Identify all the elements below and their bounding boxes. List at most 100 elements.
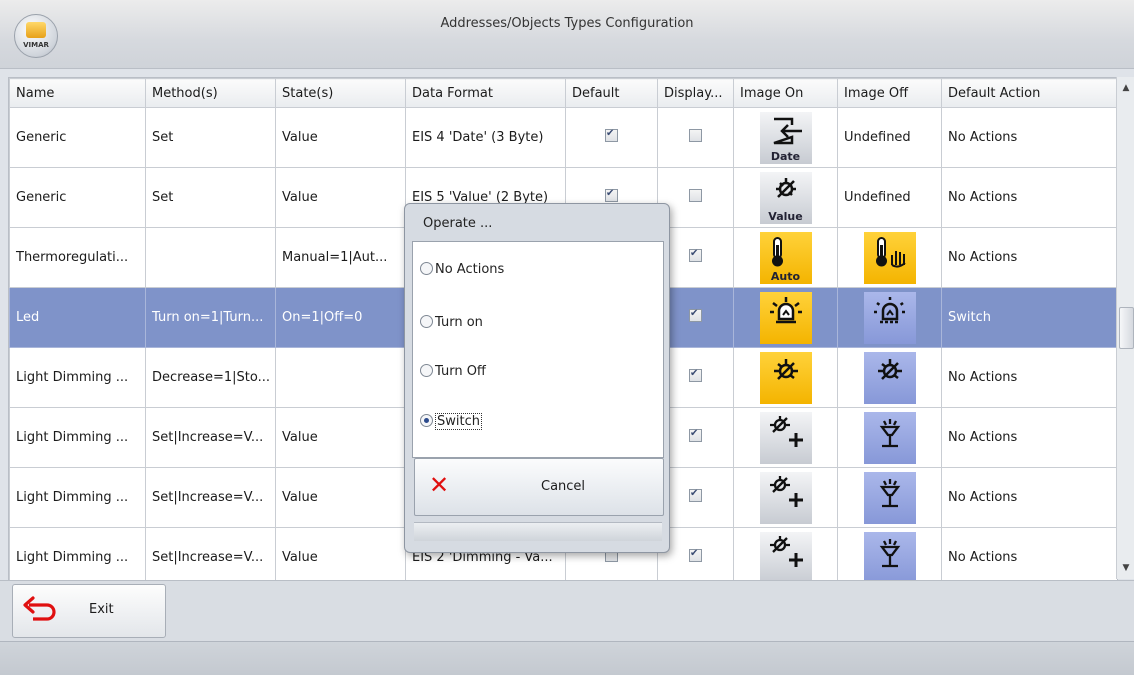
cell-image-on[interactable]	[733, 407, 838, 468]
display-checkbox[interactable]	[689, 189, 702, 202]
cell-states[interactable]: Manual=1|Aut...	[275, 227, 406, 288]
cell-default-action[interactable]: No Actions	[941, 167, 1117, 228]
option-turn-on[interactable]: Turn on	[420, 315, 483, 330]
cell-image-off[interactable]	[837, 467, 942, 528]
option-no-actions[interactable]: No Actions	[420, 262, 504, 277]
cell-image-on[interactable]	[733, 467, 838, 528]
cell-methods[interactable]: Set	[145, 167, 276, 228]
cell-default-action[interactable]: No Actions	[941, 227, 1117, 288]
cell-image-off[interactable]: Undefined	[837, 167, 942, 228]
col-default-action[interactable]: Default Action	[941, 78, 1117, 108]
scroll-thumb[interactable]	[1119, 307, 1134, 349]
cell-methods[interactable]	[145, 227, 276, 288]
cell-default-action[interactable]: No Actions	[941, 407, 1117, 468]
cell-methods[interactable]: Turn on=1|Turn...	[145, 287, 276, 348]
col-name[interactable]: Name	[9, 78, 146, 108]
option-turn-off[interactable]: Turn Off	[420, 364, 486, 379]
exit-label: Exit	[89, 602, 114, 617]
cell-image-on[interactable]: Date	[733, 107, 838, 168]
display-checkbox[interactable]	[689, 488, 702, 502]
cell-image-on[interactable]: Auto	[733, 227, 838, 288]
cell-image-off[interactable]	[837, 227, 942, 288]
col-default[interactable]: Default	[565, 78, 658, 108]
cell-methods[interactable]: Set|Increase=V...	[145, 467, 276, 528]
display-checkbox[interactable]	[689, 308, 702, 322]
cell-default-action[interactable]: No Actions	[941, 467, 1117, 528]
operate-options: No Actions Turn on Turn Off Switch	[412, 241, 664, 458]
col-image-off[interactable]: Image Off	[837, 78, 942, 108]
cell-name[interactable]: Light Dimming ...	[9, 527, 146, 580]
cell-name[interactable]: Light Dimming ...	[9, 467, 146, 528]
cell-name[interactable]: Thermoregulati...	[9, 227, 146, 288]
dimmer-lamp-icon	[863, 351, 916, 404]
cell-default[interactable]	[565, 107, 658, 168]
cell-image-on[interactable]	[733, 527, 838, 580]
default-checkbox[interactable]	[605, 128, 618, 142]
cell-states[interactable]: On=1|Off=0	[275, 287, 406, 348]
col-methods[interactable]: Method(s)	[145, 78, 276, 108]
cell-default-action[interactable]: No Actions	[941, 347, 1117, 408]
exit-arrow-icon	[23, 596, 56, 621]
cell-states[interactable]: Value	[275, 467, 406, 528]
cell-states[interactable]	[275, 347, 406, 408]
cell-image-off[interactable]	[837, 407, 942, 468]
cell-name[interactable]: Light Dimming ...	[9, 347, 146, 408]
display-checkbox[interactable]	[689, 248, 702, 262]
thermometer-hand-icon	[863, 231, 916, 284]
cell-methods[interactable]: Set|Increase=V...	[145, 407, 276, 468]
icon-caption: Value	[768, 209, 803, 223]
cancel-button[interactable]: ✕ Cancel	[414, 458, 664, 516]
default-checkbox[interactable]	[605, 188, 618, 202]
display-checkbox[interactable]	[689, 368, 702, 382]
lamp-plus-icon	[759, 471, 812, 524]
display-checkbox[interactable]	[689, 428, 702, 442]
cell-image-off[interactable]: Undefined	[837, 107, 942, 168]
option-switch[interactable]: Switch	[420, 413, 482, 430]
cell-image-on[interactable]	[733, 287, 838, 348]
logo-text: VIMAR	[23, 41, 49, 49]
display-checkbox[interactable]	[689, 548, 702, 562]
title-bar: VIMAR Addresses/Objects Types Configurat…	[0, 0, 1134, 69]
cell-default-action[interactable]: No Actions	[941, 107, 1117, 168]
radio-turn-off[interactable]	[420, 364, 433, 377]
cell-methods[interactable]: Set	[145, 107, 276, 168]
dimmer-lamp-icon	[759, 351, 812, 404]
cell-data-format[interactable]: EIS 4 'Date' (3 Byte)	[405, 107, 566, 168]
ceiling-lamp-icon	[863, 531, 916, 580]
scroll-up-icon[interactable]: ▲	[1117, 79, 1134, 97]
cell-name[interactable]: Generic	[9, 107, 146, 168]
radio-switch[interactable]	[420, 414, 433, 427]
cell-states[interactable]: Value	[275, 407, 406, 468]
cell-display[interactable]	[657, 107, 734, 168]
cell-states[interactable]: Value	[275, 167, 406, 228]
cell-states[interactable]: Value	[275, 527, 406, 580]
col-display[interactable]: Display...	[657, 78, 734, 108]
exit-button[interactable]: Exit	[12, 584, 166, 638]
cell-states[interactable]: Value	[275, 107, 406, 168]
cell-name[interactable]: Led	[9, 287, 146, 348]
scroll-down-icon[interactable]: ▼	[1117, 559, 1134, 577]
radio-no-actions[interactable]	[420, 262, 433, 275]
col-data-format[interactable]: Data Format	[405, 78, 566, 108]
cell-default-action[interactable]: Switch	[941, 287, 1117, 348]
col-image-on[interactable]: Image On	[733, 78, 838, 108]
led-off-icon	[863, 291, 916, 344]
table-row[interactable]: GenericSetValueEIS 4 'Date' (3 Byte) Date…	[9, 107, 1117, 168]
radio-turn-on[interactable]	[420, 315, 433, 328]
col-states[interactable]: State(s)	[275, 78, 406, 108]
thermometer-icon: Auto	[759, 231, 812, 284]
date-import-icon: Date	[759, 111, 812, 164]
vertical-scrollbar[interactable]: ▲ ▼	[1116, 77, 1134, 579]
cell-image-on[interactable]: Value	[733, 167, 838, 228]
cell-name[interactable]: Light Dimming ...	[9, 407, 146, 468]
display-checkbox[interactable]	[689, 129, 702, 142]
cell-image-off[interactable]	[837, 287, 942, 348]
cell-methods[interactable]: Decrease=1|Sto...	[145, 347, 276, 408]
cell-methods[interactable]: Set|Increase=V...	[145, 527, 276, 580]
cell-name[interactable]: Generic	[9, 167, 146, 228]
cell-image-off[interactable]	[837, 347, 942, 408]
cell-default-action[interactable]: No Actions	[941, 527, 1117, 580]
cell-image-on[interactable]	[733, 347, 838, 408]
icon-caption: Date	[770, 149, 801, 163]
cell-image-off[interactable]	[837, 527, 942, 580]
